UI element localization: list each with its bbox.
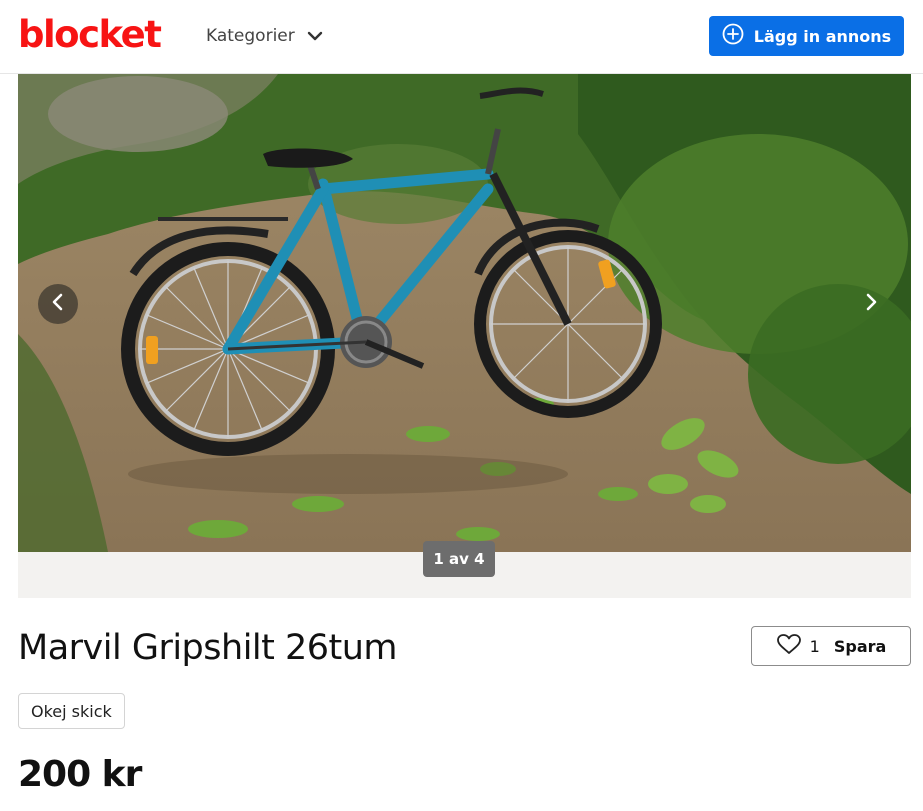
save-button[interactable]: 1 Spara (751, 626, 911, 666)
add-listing-label: Lägg in annons (753, 26, 892, 46)
categories-dropdown[interactable]: Kategorier (206, 22, 323, 50)
bike-image (18, 74, 911, 552)
listing-title: Marvil Gripshilt 26tum (18, 628, 398, 668)
add-listing-button[interactable]: Lägg in annons (709, 16, 904, 56)
blocket-logo[interactable]: blocket (18, 13, 162, 57)
save-count: 1 (809, 636, 820, 656)
next-image-button[interactable] (851, 284, 891, 324)
image-counter: 1 av 4 (423, 541, 495, 577)
heart-icon (776, 633, 802, 659)
site-header: blocket Kategorier Lägg in annons (0, 0, 923, 74)
condition-badge: Okej skick (18, 693, 125, 729)
chevron-right-icon (864, 293, 878, 315)
plus-circle-icon (722, 23, 744, 49)
listing-price: 200 kr (18, 754, 142, 795)
previous-image-button[interactable] (38, 284, 78, 324)
chevron-left-icon (51, 293, 65, 315)
categories-label: Kategorier (206, 26, 295, 46)
listing-photo[interactable] (18, 74, 911, 552)
save-label: Spara (833, 636, 887, 656)
image-gallery: 1 av 4 (18, 74, 911, 598)
chevron-down-icon (307, 31, 323, 41)
